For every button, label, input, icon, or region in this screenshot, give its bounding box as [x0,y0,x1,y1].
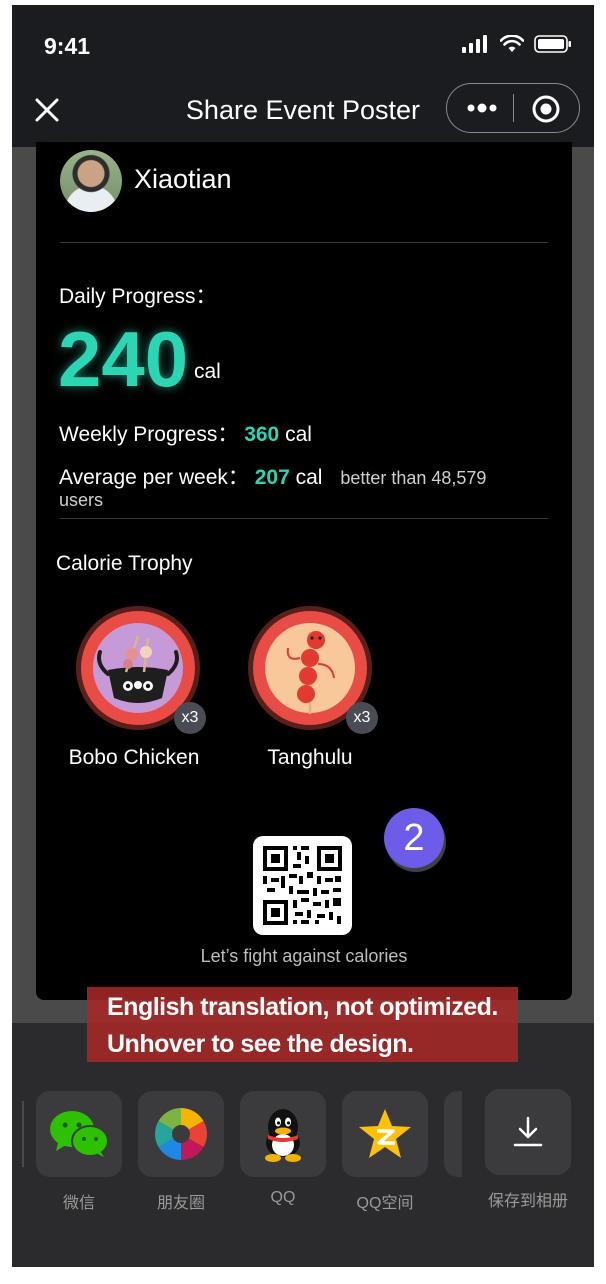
share-tile-partial [444,1091,462,1177]
average-compare-tail: users [59,490,104,510]
qr-code [253,836,352,935]
translation-notice-line2: Unhover to see the design. [107,1030,414,1058]
trophy-count-badge: x3 [346,702,378,734]
trophy-title: Calorie Trophy [56,552,193,575]
signal-icon [462,35,487,53]
status-time: 9:41 [44,33,91,59]
share-tile[interactable] [240,1091,326,1177]
qr-code-icon [263,846,342,925]
weekly-progress-unit: cal [285,423,312,446]
avatar [60,150,122,212]
share-label: 朋友圈 [156,1195,205,1212]
qq-icon [265,1109,301,1162]
share-moments[interactable]: 朋友圈 [138,1091,224,1213]
download-icon [513,1116,543,1147]
poster-slogan: Let’s fight against calories [200,946,408,966]
exit-miniapp-icon[interactable] [531,94,561,124]
step-number-badge: 2 [384,808,444,868]
weekly-progress-value: 360 [244,423,280,446]
daily-progress-label: Daily Progress： [59,285,217,308]
nav-bar: Share Event Poster [12,83,594,147]
average-compare: better than 48,579 [340,468,487,488]
translation-notice-line1: English translation, not optimized. [107,993,498,1021]
daily-progress-value: 240 [58,315,189,403]
average-row: Average per week： 207 cal better than 48… [59,461,486,491]
weekly-progress-row: Weekly Progress： 360 cal [59,418,312,448]
username: Xiaotian [134,164,232,194]
daily-progress-unit: cal [194,360,221,383]
event-poster: Xiaotian Daily Progress： 240 cal Weekly … [36,142,572,1000]
wifi-icon [500,35,524,52]
trophy-badge-bobo-chicken: x3 [74,604,206,734]
translation-notice: English translation, not optimized. Unho… [87,987,518,1062]
trophy-badge-tanghulu: x3 [246,604,378,734]
divider [60,518,548,519]
scroll-edge [22,1101,24,1167]
weekly-progress-label: Weekly Progress： [59,423,239,446]
save-to-album[interactable]: 保存到相册 [485,1089,571,1211]
trophy-count-badge: x3 [174,702,206,734]
divider [60,242,548,243]
share-label: QQ [270,1189,296,1206]
share-tile[interactable] [36,1091,122,1177]
share-label: 保存到相册 [487,1193,568,1210]
capsule-divider [513,94,514,122]
more-icon[interactable] [465,98,499,118]
trophy-name: Tanghulu [267,746,353,769]
average-value: 207 [254,466,290,489]
miniapp-capsule [446,83,580,133]
trophy-name: Bobo Chicken [68,746,200,769]
status-icons [462,35,572,53]
average-label: Average per week： [59,466,249,489]
share-wechat[interactable]: 微信 [36,1091,122,1213]
share-qzone[interactable]: QQ空间 [342,1091,428,1213]
moments-icon [155,1108,207,1160]
qzone-icon [359,1109,411,1158]
share-qq[interactable]: QQ [240,1091,326,1207]
share-label: 微信 [62,1195,95,1212]
average-unit: cal [295,466,323,489]
share-tile[interactable] [485,1089,571,1175]
status-bar: 9:41 [12,5,594,83]
share-tile[interactable] [342,1091,428,1177]
share-label: QQ空间 [356,1195,414,1212]
battery-icon [534,35,571,53]
share-tile[interactable] [138,1091,224,1177]
phone-screen: 9:41 Share Event Poster Xiaotian Daily P… [12,5,594,1267]
wechat-icon [50,1111,109,1157]
